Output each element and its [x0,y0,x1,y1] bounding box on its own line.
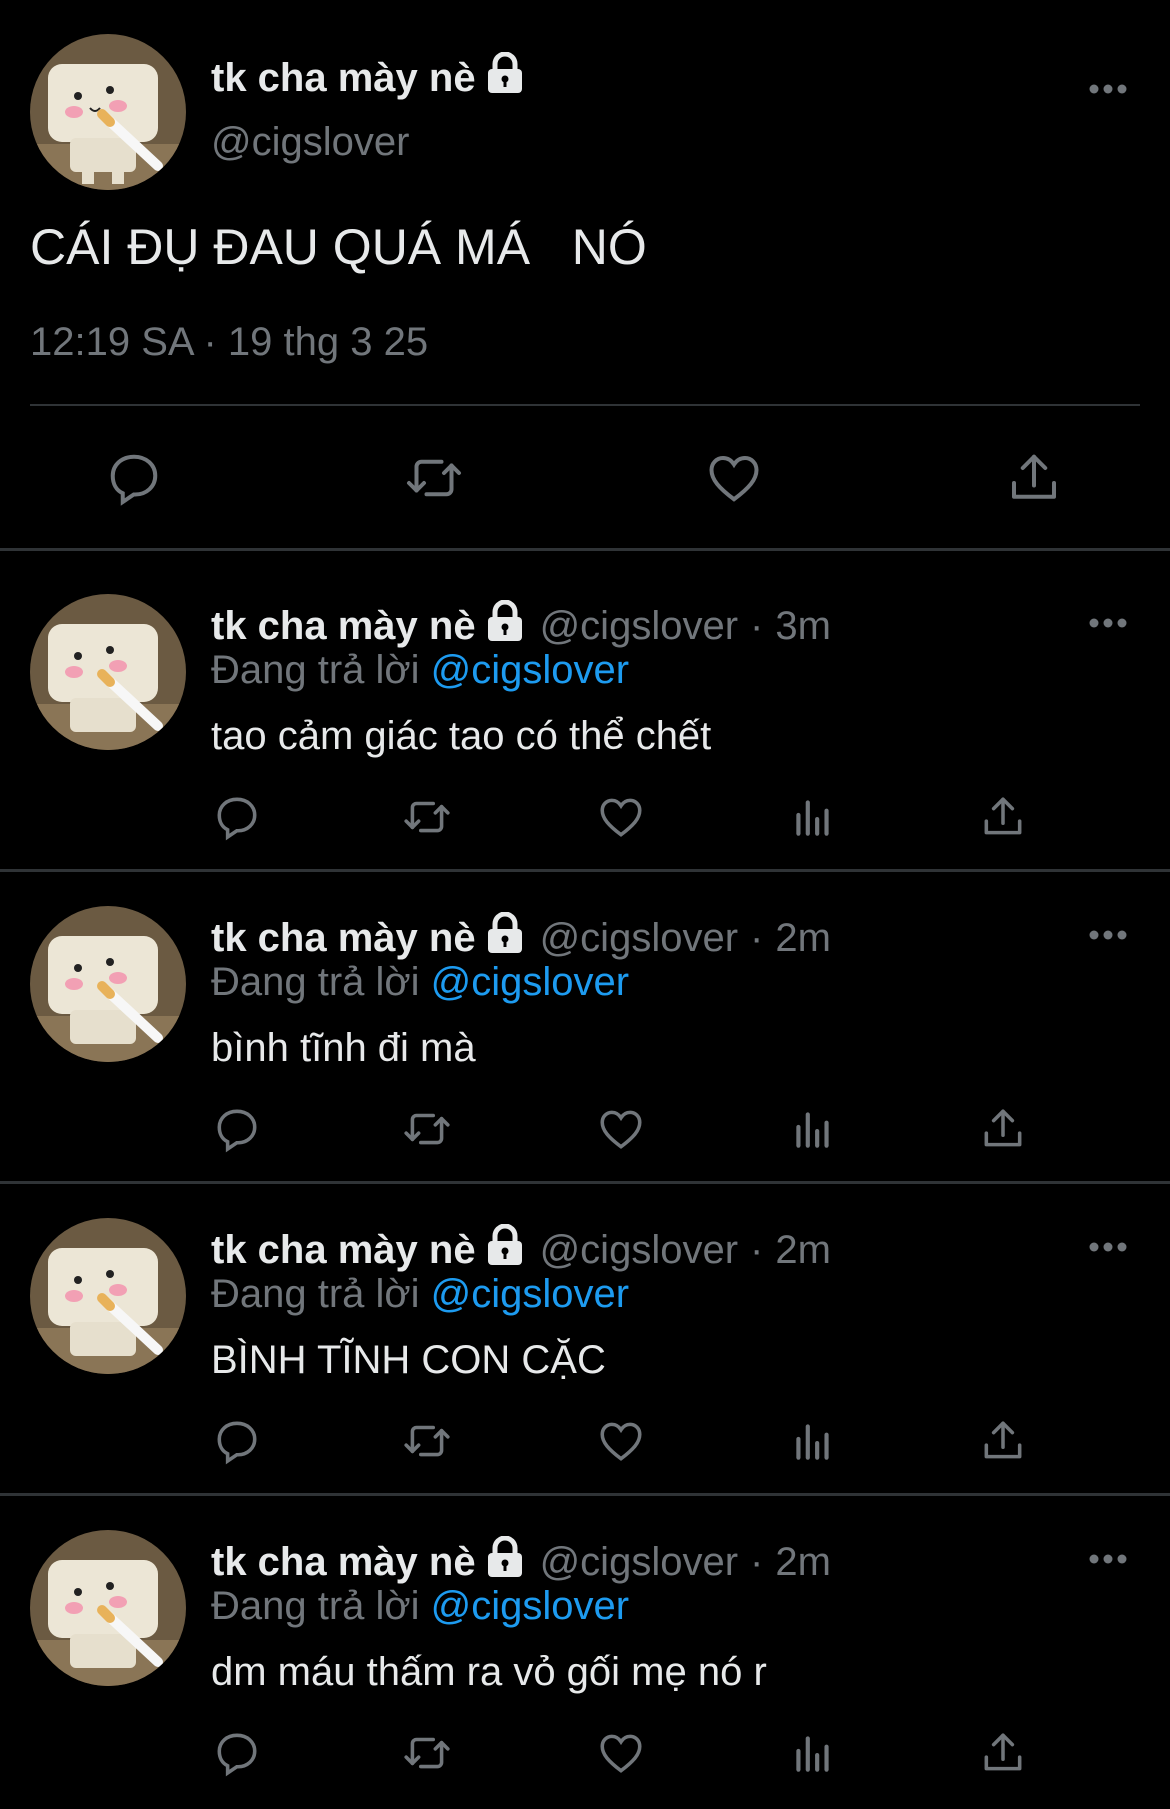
retweet-icon[interactable] [402,1728,452,1778]
separator-dot: · [750,915,764,960]
more-icon[interactable] [1088,928,1128,946]
replying-handle-link[interactable]: @cigslover [431,960,629,1004]
replying-to: Đang trả lời @cigslover [211,1584,629,1629]
more-icon[interactable] [1088,82,1128,100]
reply-tweet[interactable]: tk cha mày nè @cigslover · 2m Đang trả l… [0,872,1170,1184]
time-ago[interactable]: 2m [775,1540,831,1585]
separator-dot: · [750,1539,764,1584]
more-icon[interactable] [1088,1240,1128,1258]
reply-tweet[interactable]: tk cha mày nè @cigslover · 2m Đang trả l… [0,1496,1170,1808]
reply-icon[interactable] [212,792,262,842]
handle[interactable]: @cigslover [540,916,738,961]
separator-dot: · [750,1227,764,1272]
reply-icon[interactable] [212,1416,262,1466]
share-icon[interactable] [978,792,1028,842]
reply-text: bình tĩnh đi mà [211,1026,476,1070]
reply-header: tk cha mày nè @cigslover · 2m [211,1535,831,1588]
reply-header: tk cha mày nè @cigslover · 3m [211,599,831,652]
more-icon[interactable] [1088,1552,1128,1570]
replying-to: Đang trả lời @cigslover [211,648,629,693]
replying-prefix: Đang trả lời [211,1272,420,1316]
display-name[interactable]: tk cha mày nè [211,604,476,649]
views-icon[interactable] [788,792,838,842]
views-icon[interactable] [788,1728,838,1778]
display-name-text[interactable]: tk cha mày nè [211,56,476,101]
lock-icon [486,51,524,104]
lock-icon [486,911,524,964]
display-name[interactable]: tk cha mày nè [211,51,524,104]
more-icon[interactable] [1088,616,1128,634]
handle[interactable]: @cigslover [540,604,738,649]
divider [30,404,1140,406]
views-icon[interactable] [788,1416,838,1466]
handle[interactable]: @cigslover [540,1540,738,1585]
share-icon[interactable] [978,1416,1028,1466]
reply-header: tk cha mày nè @cigslover · 2m [211,911,831,964]
replying-handle-link[interactable]: @cigslover [431,648,629,692]
retweet-icon[interactable] [402,1416,452,1466]
time-ago[interactable]: 2m [775,916,831,961]
retweet-icon[interactable] [402,792,452,842]
time-ago[interactable]: 2m [775,1228,831,1273]
reply-text: BÌNH TĨNH CON CẶC [211,1338,606,1382]
share-icon[interactable] [978,1104,1028,1154]
avatar[interactable] [30,1218,186,1374]
replying-handle-link[interactable]: @cigslover [431,1584,629,1628]
display-name[interactable]: tk cha mày nè [211,1540,476,1585]
replying-to: Đang trả lời @cigslover [211,1272,629,1317]
main-tweet: tk cha mày nè @cigslover CÁI ĐỤ ĐAU QUÁ … [0,0,1170,551]
display-name[interactable]: tk cha mày nè [211,1228,476,1273]
tweet-timestamp[interactable]: 12:19 SA · 19 thg 3 25 [30,320,428,365]
reply-icon[interactable] [212,1104,262,1154]
reply-icon[interactable] [212,1728,262,1778]
replying-prefix: Đang trả lời [211,1584,420,1628]
like-icon[interactable] [596,1728,646,1778]
display-name[interactable]: tk cha mày nè [211,916,476,961]
replying-prefix: Đang trả lời [211,960,420,1004]
reply-text: tao cảm giác tao có thể chết [211,714,712,758]
lock-icon [486,599,524,652]
replying-to: Đang trả lời @cigslover [211,960,629,1005]
lock-icon [486,1535,524,1588]
reply-tweet[interactable]: tk cha mày nè @cigslover · 2m Đang trả l… [0,1184,1170,1496]
handle[interactable]: @cigslover [540,1228,738,1273]
share-icon[interactable] [1004,448,1064,508]
tweet-text: CÁI ĐỤ ĐAU QUÁ MÁ NÓ [30,219,647,275]
like-icon[interactable] [596,1104,646,1154]
retweet-icon[interactable] [404,448,464,508]
reply-tweet[interactable]: tk cha mày nè @cigslover · 3m Đang trả l… [0,560,1170,872]
like-icon[interactable] [596,1416,646,1466]
replying-prefix: Đang trả lời [211,648,420,692]
avatar[interactable] [30,906,186,1062]
lock-icon [486,1223,524,1276]
views-icon[interactable] [788,1104,838,1154]
share-icon[interactable] [978,1728,1028,1778]
handle[interactable]: @cigslover [211,120,409,165]
replying-handle-link[interactable]: @cigslover [431,1272,629,1316]
avatar[interactable] [30,594,186,750]
separator-dot: · [750,603,764,648]
avatar[interactable] [30,34,186,190]
like-icon[interactable] [704,448,764,508]
section-divider [0,548,1170,551]
reply-header: tk cha mày nè @cigslover · 2m [211,1223,831,1276]
time-ago[interactable]: 3m [775,604,831,649]
reply-text: dm máu thấm ra vỏ gối mẹ nó r [211,1650,767,1694]
retweet-icon[interactable] [402,1104,452,1154]
reply-icon[interactable] [104,448,164,508]
avatar[interactable] [30,1530,186,1686]
like-icon[interactable] [596,792,646,842]
